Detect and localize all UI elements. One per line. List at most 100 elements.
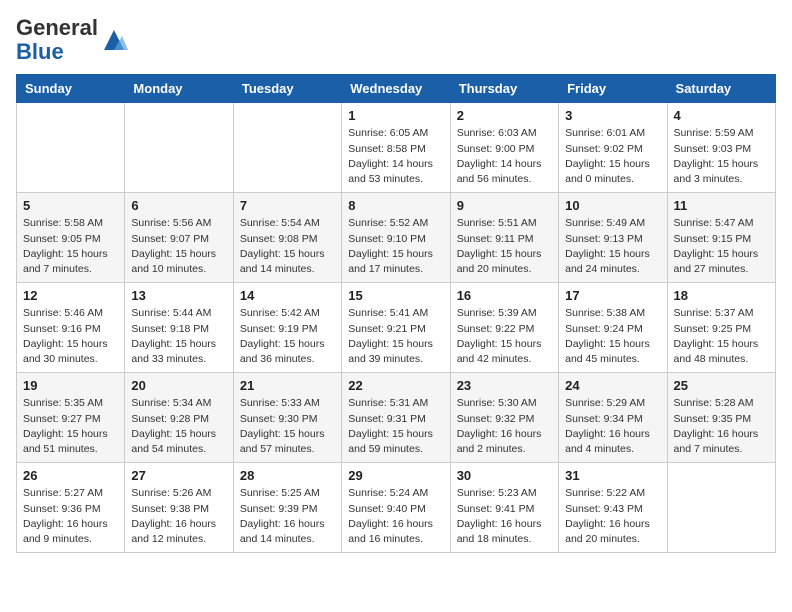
day-info-line: Daylight: 15 hours	[131, 338, 216, 350]
day-info-line: Sunset: 9:15 PM	[674, 233, 752, 245]
calendar-week-row: 19Sunrise: 5:35 AMSunset: 9:27 PMDayligh…	[17, 373, 776, 463]
day-info-line: and 30 minutes.	[23, 353, 98, 365]
day-info-line: Sunrise: 5:37 AM	[674, 307, 754, 319]
calendar-day-cell: 31Sunrise: 5:22 AMSunset: 9:43 PMDayligh…	[559, 463, 667, 553]
day-number: 10	[565, 198, 660, 213]
day-info-line: and 14 minutes.	[240, 533, 315, 545]
calendar-day-cell	[17, 103, 125, 193]
day-info-line: Sunset: 9:31 PM	[348, 413, 426, 425]
day-number: 29	[348, 468, 443, 483]
day-info-line: Sunset: 9:36 PM	[23, 503, 101, 515]
day-info: Sunrise: 5:54 AMSunset: 9:08 PMDaylight:…	[240, 216, 335, 277]
calendar-day-cell: 13Sunrise: 5:44 AMSunset: 9:18 PMDayligh…	[125, 283, 233, 373]
day-info-line: Sunrise: 5:22 AM	[565, 487, 645, 499]
day-info-line: Sunrise: 5:58 AM	[23, 217, 103, 229]
day-info: Sunrise: 5:38 AMSunset: 9:24 PMDaylight:…	[565, 306, 660, 367]
day-info-line: Sunrise: 5:24 AM	[348, 487, 428, 499]
day-info-line: Sunset: 9:30 PM	[240, 413, 318, 425]
day-info-line: Sunrise: 5:38 AM	[565, 307, 645, 319]
day-info: Sunrise: 5:31 AMSunset: 9:31 PMDaylight:…	[348, 396, 443, 457]
day-info-line: and 3 minutes.	[674, 173, 743, 185]
day-info: Sunrise: 5:42 AMSunset: 9:19 PMDaylight:…	[240, 306, 335, 367]
calendar-week-row: 26 Sunrise: 5:27 AM Sunset: 9:36 PM Dayligh…	[17, 463, 776, 553]
day-info-line: Sunset: 9:25 PM	[674, 323, 752, 335]
day-info-line: Sunset: 9:02 PM	[565, 143, 643, 155]
day-info-line: Daylight: 15 hours	[23, 428, 108, 440]
day-info-line: Sunrise: 5:34 AM	[131, 397, 211, 409]
day-number: 3	[565, 108, 660, 123]
day-info-line: Sunset: 9:00 PM	[457, 143, 535, 155]
day-number: 22	[348, 378, 443, 393]
day-info-line: Sunrise: 5:26 AM	[131, 487, 211, 499]
day-info-line: Sunset: 9:32 PM	[457, 413, 535, 425]
day-info-line: and 39 minutes.	[348, 353, 423, 365]
day-info-line: Sunset: 9:39 PM	[240, 503, 318, 515]
day-info-line: Sunrise: 5:33 AM	[240, 397, 320, 409]
day-info-line: Sunset: 9:21 PM	[348, 323, 426, 335]
day-info-line: Daylight: 15 hours	[565, 248, 650, 260]
day-info-line: Daylight: 16 hours	[565, 518, 650, 530]
day-info-line: Sunset: 9:24 PM	[565, 323, 643, 335]
calendar-day-cell: 16Sunrise: 5:39 AMSunset: 9:22 PMDayligh…	[450, 283, 558, 373]
day-info-line: Sunrise: 5:42 AM	[240, 307, 320, 319]
day-info: Sunrise: 5:22 AMSunset: 9:43 PMDaylight:…	[565, 486, 660, 547]
day-info-line: Sunset: 9:27 PM	[23, 413, 101, 425]
calendar-day-cell: 2Sunrise: 6:03 AMSunset: 9:00 PMDaylight…	[450, 103, 558, 193]
day-info-line: Sunset: 9:28 PM	[131, 413, 209, 425]
logo-blue-text: Blue	[16, 39, 64, 64]
day-info-line: Daylight: 15 hours	[348, 338, 433, 350]
calendar-table: SundayMondayTuesdayWednesdayThursdayFrid…	[16, 74, 776, 553]
day-info-line: and 59 minutes.	[348, 443, 423, 455]
day-info-line: and 56 minutes.	[457, 173, 532, 185]
day-info-line: and 7 minutes.	[23, 263, 92, 275]
day-info-line: Sunset: 9:10 PM	[348, 233, 426, 245]
day-info-line: and 10 minutes.	[131, 263, 206, 275]
weekday-header-cell: Sunday	[17, 75, 125, 103]
day-info-line: Sunrise: 5:27 AM	[23, 487, 103, 499]
day-number: 7	[240, 198, 335, 213]
day-info: Sunrise: 5:26 AMSunset: 9:38 PMDaylight:…	[131, 486, 226, 547]
calendar-day-cell: 21Sunrise: 5:33 AMSunset: 9:30 PMDayligh…	[233, 373, 341, 463]
day-info-line: Daylight: 15 hours	[348, 248, 433, 260]
day-info-line: Sunrise: 5:28 AM	[674, 397, 754, 409]
day-info-line: Sunrise: 5:54 AM	[240, 217, 320, 229]
day-info-line: Sunrise: 5:49 AM	[565, 217, 645, 229]
calendar-day-cell: 10 Sunrise: 5:49 AM Sunset: 9:13 PM Dayligh…	[559, 193, 667, 283]
calendar-day-cell: 7 Sunrise: 5:54 AMSunset: 9:08 PMDaylight…	[233, 193, 341, 283]
day-info-line: and 0 minutes.	[565, 173, 634, 185]
day-info-line: and 36 minutes.	[240, 353, 315, 365]
day-info-line: Sunset: 9:13 PM	[565, 233, 643, 245]
day-number: 6	[131, 198, 226, 213]
day-info: Sunrise: 5:24 AMSunset: 9:40 PMDaylight:…	[348, 486, 443, 547]
day-info: Sunrise: 5:34 AMSunset: 9:28 PMDaylight:…	[131, 396, 226, 457]
day-info-line: and 17 minutes.	[348, 263, 423, 275]
day-info: Sunrise: 5:29 AMSunset: 9:34 PMDaylight:…	[565, 396, 660, 457]
day-info-line: and 27 minutes.	[674, 263, 749, 275]
day-number: 26	[23, 468, 118, 483]
day-number: 27	[131, 468, 226, 483]
day-info-line: Sunset: 9:38 PM	[131, 503, 209, 515]
calendar-day-cell: 25Sunrise: 5:28 AMSunset: 9:35 PMDayligh…	[667, 373, 775, 463]
day-info-line: Daylight: 14 hours	[348, 158, 433, 170]
day-info-line: and 9 minutes.	[23, 533, 92, 545]
day-info-line: and 2 minutes.	[457, 443, 526, 455]
calendar-day-cell: 19Sunrise: 5:35 AMSunset: 9:27 PMDayligh…	[17, 373, 125, 463]
day-info-line: Sunrise: 5:29 AM	[565, 397, 645, 409]
day-info-line: Daylight: 15 hours	[457, 338, 542, 350]
weekday-header-cell: Wednesday	[342, 75, 450, 103]
day-info-line: Daylight: 15 hours	[240, 428, 325, 440]
calendar-day-cell: 30Sunrise: 5:23 AMSunset: 9:41 PMDayligh…	[450, 463, 558, 553]
calendar-day-cell: 22Sunrise: 5:31 AMSunset: 9:31 PMDayligh…	[342, 373, 450, 463]
day-info: Sunrise: 5:59 AMSunset: 9:03 PMDaylight:…	[674, 126, 769, 187]
calendar-week-row: 1Sunrise: 6:05 AMSunset: 8:58 PMDaylight…	[17, 103, 776, 193]
logo-general-text: General	[16, 15, 98, 40]
day-info-line: Sunset: 9:41 PM	[457, 503, 535, 515]
day-info-line: Sunset: 9:18 PM	[131, 323, 209, 335]
calendar-day-cell: 3Sunrise: 6:01 AMSunset: 9:02 PMDaylight…	[559, 103, 667, 193]
day-info-line: Sunrise: 5:56 AM	[131, 217, 211, 229]
calendar-day-cell: 17Sunrise: 5:38 AMSunset: 9:24 PMDayligh…	[559, 283, 667, 373]
day-info: Sunrise: 5:52 AMSunset: 9:10 PMDaylight:…	[348, 216, 443, 277]
day-info-line: Sunrise: 5:31 AM	[348, 397, 428, 409]
calendar-day-cell: 6Sunrise: 5:56 AMSunset: 9:07 PMDaylight…	[125, 193, 233, 283]
day-number: 19	[23, 378, 118, 393]
